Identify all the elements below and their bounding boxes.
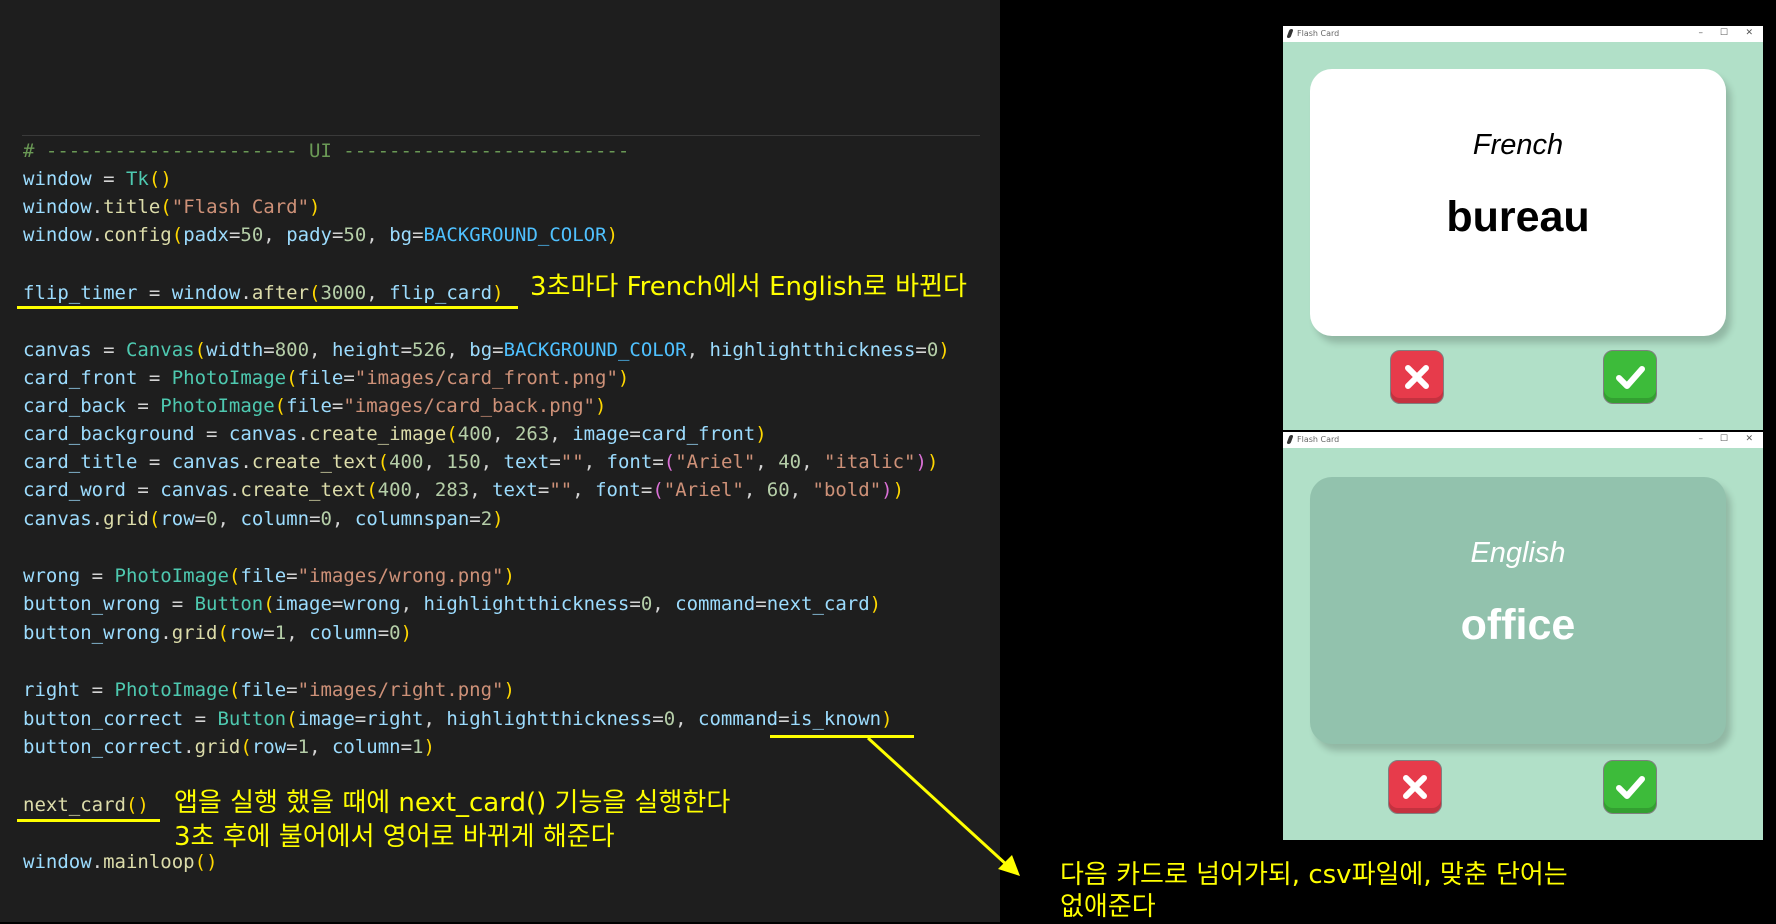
close-icon[interactable]: ✕ bbox=[1745, 434, 1753, 445]
titlebar: Flash Card – ☐ ✕ bbox=[1283, 26, 1763, 42]
right-button[interactable] bbox=[1603, 350, 1657, 404]
checkmark-icon bbox=[1616, 776, 1645, 799]
window-title: Flash Card bbox=[1297, 29, 1340, 38]
wrong-button[interactable] bbox=[1390, 350, 1444, 404]
checkmark-icon bbox=[1616, 366, 1645, 389]
card-front: French bureau bbox=[1310, 69, 1726, 336]
card-language-title: English bbox=[1470, 537, 1566, 569]
x-icon bbox=[1403, 775, 1427, 799]
titlebar: Flash Card – ☐ ✕ bbox=[1283, 432, 1763, 448]
app-window-back: Flash Card – ☐ ✕ English office bbox=[1283, 432, 1763, 840]
minimize-icon[interactable]: – bbox=[1699, 28, 1704, 39]
card-language-title: French bbox=[1472, 129, 1564, 161]
tk-feather-icon bbox=[1286, 29, 1294, 38]
card-word: bureau bbox=[1446, 193, 1590, 241]
minimize-icon[interactable]: – bbox=[1699, 434, 1704, 445]
wrong-button[interactable] bbox=[1388, 760, 1442, 814]
maximize-icon[interactable]: ☐ bbox=[1720, 28, 1728, 39]
x-icon bbox=[1405, 365, 1429, 389]
window-title: Flash Card bbox=[1297, 435, 1340, 444]
app-window-front: Flash Card – ☐ ✕ French bureau bbox=[1283, 26, 1763, 430]
tk-feather-icon bbox=[1286, 435, 1294, 444]
close-icon[interactable]: ✕ bbox=[1745, 28, 1753, 39]
card-back: English office bbox=[1310, 477, 1726, 744]
card-word: office bbox=[1460, 601, 1576, 649]
right-button[interactable] bbox=[1603, 760, 1657, 814]
maximize-icon[interactable]: ☐ bbox=[1720, 434, 1728, 445]
